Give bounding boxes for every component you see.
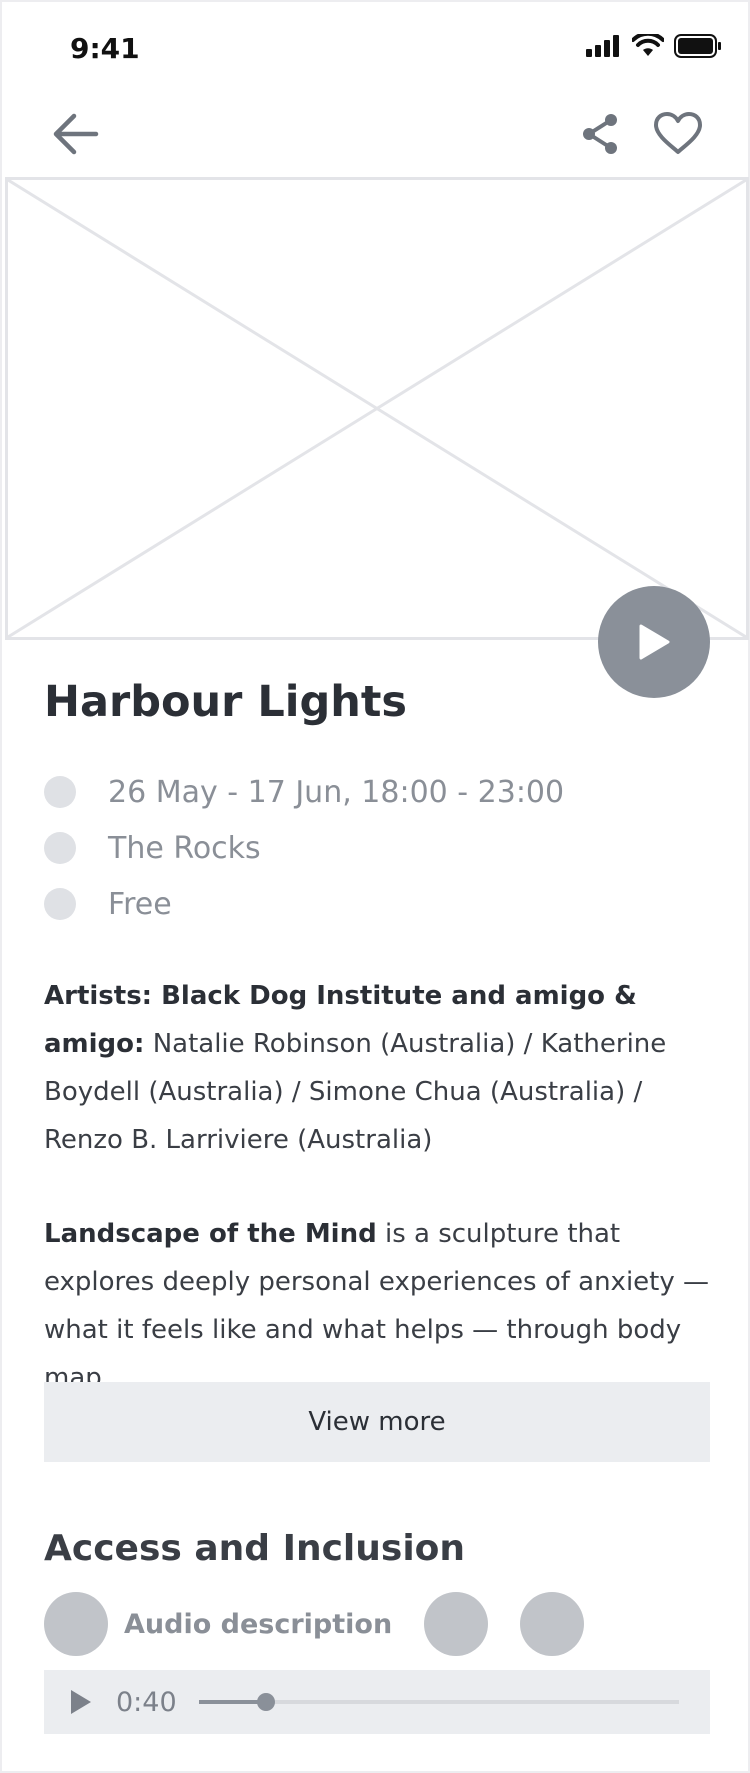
meta-row-date: 26 May - 17 Jun, 18:00 - 23:00: [44, 764, 564, 820]
description-highlight: Landscape of the Mind: [44, 1219, 377, 1249]
location-icon: [44, 832, 76, 864]
meta-date-text: 26 May - 17 Jun, 18:00 - 23:00: [108, 774, 565, 810]
meta-row-location: The Rocks: [44, 820, 564, 876]
share-button[interactable]: [572, 104, 628, 164]
access-icon-2[interactable]: [424, 1592, 489, 1656]
event-title: Harbour Lights: [44, 677, 408, 727]
play-video-button[interactable]: [598, 586, 710, 698]
nav-bar: [2, 92, 750, 177]
status-time: 9:41: [70, 32, 140, 65]
audio-time: 0:40: [116, 1686, 177, 1718]
description-paragraph: Landscape of the Mind is a sculpture tha…: [44, 1210, 724, 1402]
battery-icon: [674, 34, 721, 58]
meta-location-text: The Rocks: [108, 830, 261, 866]
arrow-left-icon: [53, 113, 99, 155]
phone-frame: 9:41 Harbour Lights 26 May - 17 Jun, 18:…: [0, 0, 750, 1773]
meta-row-price: Free: [44, 876, 564, 932]
back-button[interactable]: [46, 104, 106, 164]
favorite-button[interactable]: [648, 104, 708, 164]
view-more-button[interactable]: View more: [44, 1382, 710, 1462]
play-icon: [639, 624, 670, 660]
audio-progress: [198, 1700, 266, 1704]
audio-player: 0:40: [44, 1670, 710, 1734]
audio-seek-bar[interactable]: [198, 1693, 679, 1711]
heart-icon: [654, 112, 702, 154]
status-bar: 9:41: [2, 2, 750, 92]
access-section-title: Access and Inclusion: [44, 1528, 466, 1569]
calendar-icon: [44, 776, 76, 808]
signal-icon: [586, 35, 619, 57]
audio-play-icon[interactable]: [68, 1688, 94, 1716]
access-icons-row: Audio description: [44, 1592, 585, 1656]
event-meta-list: 26 May - 17 Jun, 18:00 - 23:00 The Rocks…: [44, 764, 564, 932]
audio-seek-handle[interactable]: [256, 1693, 275, 1711]
ticket-icon: [44, 888, 76, 920]
audio-description-icon[interactable]: [44, 1592, 108, 1656]
artists-paragraph: Artists: Black Dog Institute and amigo &…: [44, 972, 724, 1164]
wifi-icon: [632, 34, 664, 56]
hero-image-placeholder: [5, 177, 749, 640]
image-placeholder-icon: [8, 180, 746, 637]
meta-price-text: Free: [108, 886, 172, 922]
share-icon: [583, 114, 617, 154]
access-icon-3[interactable]: [520, 1592, 585, 1656]
status-icons: [586, 34, 722, 58]
audio-description-label: Audio description: [124, 1608, 393, 1640]
